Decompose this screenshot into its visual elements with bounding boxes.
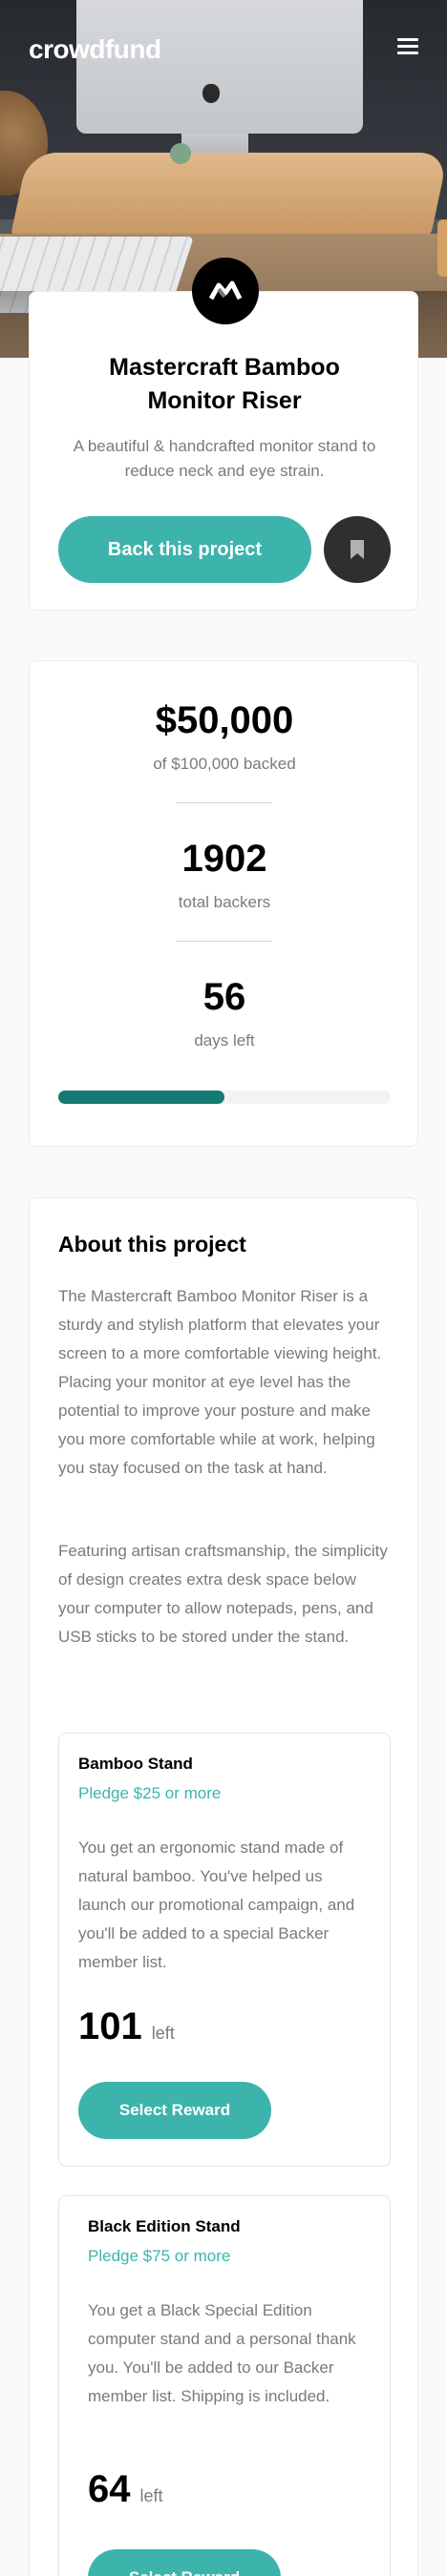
reward-card-black-edition: Black Edition Stand Pledge $75 or more Y… <box>58 2195 391 2576</box>
reward-pledge: Pledge $75 or more <box>88 2247 231 2265</box>
divider <box>177 802 272 803</box>
reward-description: You get a Black Special Edition computer… <box>88 2301 356 2405</box>
reward-description: You get an ergonomic stand made of natur… <box>78 1839 355 1971</box>
backers-count: 1902 <box>181 838 267 880</box>
progress-bar <box>58 1091 391 1104</box>
about-card: About this project The Mastercraft Bambo… <box>29 1197 418 2576</box>
select-reward-button[interactable]: Select Reward <box>78 2082 271 2139</box>
about-paragraph: The Mastercraft Bamboo Monitor Riser is … <box>58 1287 382 1477</box>
reward-stock: 64 left <box>88 2468 163 2511</box>
backed-amount: $50,000 <box>155 699 294 741</box>
reward-name: Black Edition Stand <box>88 2217 241 2235</box>
bookmark-button[interactable] <box>324 516 391 583</box>
progress-fill <box>58 1091 224 1104</box>
site-logo[interactable]: crowdfund <box>29 34 161 65</box>
project-title: Mastercraft Bamboo Monitor Riser <box>109 354 340 414</box>
reward-stock: 101 left <box>78 2005 175 2048</box>
reward-stock-label: left <box>139 2486 163 2505</box>
reward-stock-count: 64 <box>88 2468 131 2510</box>
hamburger-icon[interactable] <box>397 38 418 55</box>
reward-stock-label: left <box>151 2024 175 2043</box>
project-intro-card: Mastercraft Bamboo Monitor Riser A beaut… <box>29 258 418 611</box>
days-left: 56 <box>202 976 246 1018</box>
reward-card-bamboo: Bamboo Stand Pledge $25 or more You get … <box>58 1733 391 2167</box>
days-left-label: days left <box>194 1031 255 1049</box>
select-reward-button[interactable]: Select Reward <box>88 2549 281 2576</box>
about-title: About this project <box>58 1232 246 1257</box>
mastercraft-logo-icon <box>192 258 259 324</box>
reward-stock-count: 101 <box>78 2005 142 2047</box>
reward-pledge: Pledge $25 or more <box>78 1784 222 1802</box>
reward-name: Bamboo Stand <box>78 1755 193 1773</box>
divider <box>177 941 272 942</box>
bookmark-icon <box>351 540 364 559</box>
backers-label: total backers <box>178 893 271 911</box>
stats-card: $50,000 of $100,000 backed 1902 total ba… <box>29 660 418 1147</box>
backed-label: of $100,000 backed <box>153 755 296 773</box>
about-paragraph: Featuring artisan craftsmanship, the sim… <box>58 1542 388 1646</box>
back-project-button[interactable]: Back this project <box>58 516 311 583</box>
project-description: A beautiful & handcrafted monitor stand … <box>73 437 376 480</box>
